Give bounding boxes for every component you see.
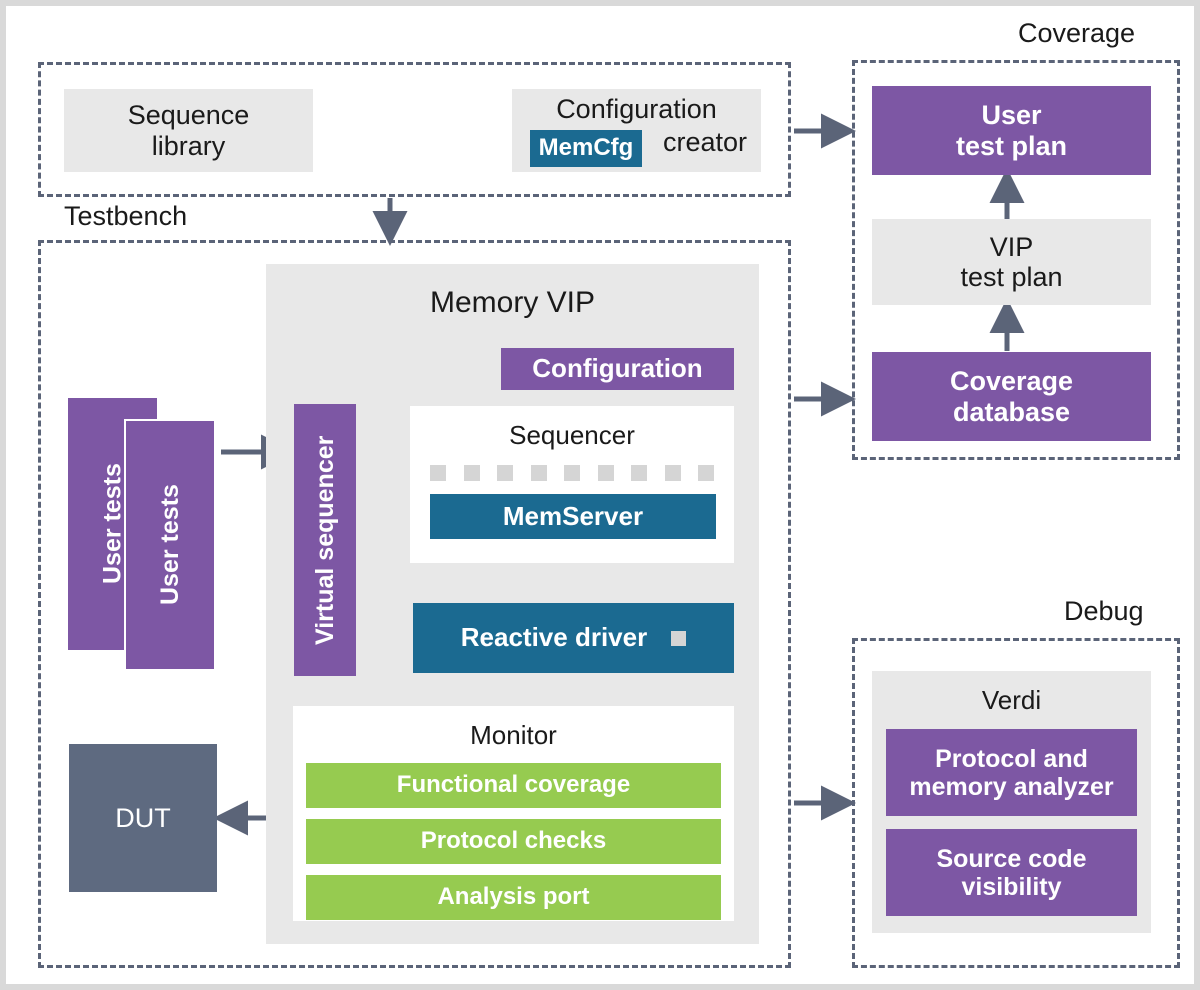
sequencer-queue-tick <box>631 465 647 481</box>
vip-test-plan-box[interactable]: VIP test plan <box>872 219 1151 305</box>
memserver-label: MemServer <box>502 500 644 531</box>
monitor-item-functional-coverage[interactable]: Functional coverage <box>306 763 721 808</box>
sequencer-queue-tick <box>530 465 547 481</box>
sequencer-queue-tick <box>497 465 513 481</box>
sequence-library-label: Sequence library <box>127 100 250 161</box>
virtual-sequencer-label: Virtual sequencer <box>311 435 339 645</box>
user-test-plan-box[interactable]: User test plan <box>872 86 1151 175</box>
sequencer-queue-ticks <box>430 464 714 482</box>
configuration-creator-line1: Configuration <box>556 94 717 124</box>
memcfg-badge-label: MemCfg <box>538 134 634 162</box>
vip-configuration-box[interactable]: Configuration <box>501 348 734 390</box>
monitor-panel: Monitor Functional coverage Protocol che… <box>293 706 734 921</box>
testbench-group-caption: Testbench <box>64 201 188 231</box>
verdi-title: Verdi <box>981 685 1042 715</box>
diagram-canvas: Coverage Testbench Debug Sequence librar… <box>0 0 1200 990</box>
sequencer-queue-tick <box>698 465 714 481</box>
dut-box[interactable]: DUT <box>69 744 217 892</box>
sequencer-queue-tick <box>430 465 446 481</box>
debug-item-0-label: Protocol and memory analyzer <box>909 744 1114 801</box>
debug-group-caption: Debug <box>1064 596 1144 626</box>
user-tests-back-label: User tests <box>98 463 127 585</box>
user-tests-front-label: User tests <box>156 484 184 606</box>
coverage-group-caption: Coverage <box>1018 18 1136 48</box>
reactive-driver-label: Reactive driver <box>460 622 648 653</box>
debug-item-1-label: Source code visibility <box>936 844 1087 901</box>
verdi-panel: Verdi Protocol and memory analyzer Sourc… <box>872 671 1151 933</box>
virtual-sequencer-box[interactable]: Virtual sequencer <box>294 404 356 676</box>
memserver-box[interactable]: MemServer <box>430 494 716 539</box>
vip-configuration-label: Configuration <box>532 353 703 384</box>
memcfg-badge[interactable]: MemCfg <box>530 130 642 167</box>
user-test-plan-label: User test plan <box>955 100 1068 161</box>
reactive-driver-box[interactable]: Reactive driver <box>413 603 734 673</box>
sequencer-queue-tick <box>463 465 480 481</box>
dut-label: DUT <box>115 802 171 833</box>
coverage-database-label: Coverage database <box>949 366 1074 427</box>
monitor-item-0-label: Functional coverage <box>396 771 631 799</box>
debug-item-source-code-visibility[interactable]: Source code visibility <box>886 829 1137 916</box>
monitor-title: Monitor <box>470 720 557 750</box>
reactive-driver-marker-icon <box>671 630 687 646</box>
sequencer-queue-tick <box>664 465 681 481</box>
monitor-item-1-label: Protocol checks <box>420 827 607 855</box>
memory-vip-title: Memory VIP <box>429 286 596 319</box>
coverage-database-box[interactable]: Coverage database <box>872 352 1151 441</box>
vip-test-plan-label: VIP test plan <box>960 231 1063 292</box>
sequencer-panel: Sequencer MemServer <box>410 406 734 563</box>
sequencer-queue-tick <box>597 465 614 481</box>
monitor-item-protocol-checks[interactable]: Protocol checks <box>306 819 721 864</box>
sequencer-title: Sequencer <box>509 420 635 450</box>
user-tests-front-card[interactable]: User tests <box>124 419 216 671</box>
sequence-library-box[interactable]: Sequence library <box>64 89 313 172</box>
sequencer-queue-tick <box>564 465 580 481</box>
debug-item-protocol-memory-analyzer[interactable]: Protocol and memory analyzer <box>886 729 1137 816</box>
monitor-item-analysis-port[interactable]: Analysis port <box>306 875 721 920</box>
monitor-item-2-label: Analysis port <box>437 883 590 911</box>
